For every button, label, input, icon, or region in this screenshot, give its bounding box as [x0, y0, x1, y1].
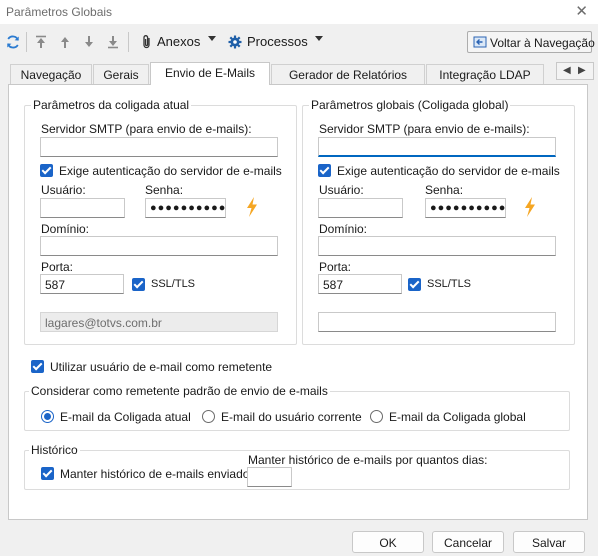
window-title: Parâmetros Globais — [6, 5, 113, 19]
voltar-navegacao-label: Voltar à Navegação — [490, 36, 595, 50]
usuario-label: Usuário: — [41, 183, 86, 197]
senha-label: Senha: — [425, 183, 464, 197]
email-remetente-input[interactable]: lagares@totvs.com.br — [40, 312, 278, 332]
utilizar-remetente-checkbox[interactable] — [31, 360, 44, 373]
historico-legend: Histórico — [29, 443, 80, 457]
toolbar-separator — [128, 32, 129, 52]
paperclip-icon[interactable] — [139, 34, 155, 50]
smtp-label: Servidor SMTP (para envio de e-mails): — [41, 122, 252, 136]
previous-record-icon[interactable] — [57, 34, 73, 50]
smtp-label: Servidor SMTP (para envio de e-mails): — [319, 122, 530, 136]
usuario-input[interactable] — [318, 198, 403, 218]
radio-usuario-corrente[interactable] — [202, 410, 215, 423]
senha-input[interactable]: ●●●●●●●●●●● — [145, 198, 226, 218]
utilizar-remetente-label: Utilizar usuário de e-mail como remetent… — [50, 360, 273, 374]
radio-usuario-corrente-label: E-mail do usuário corrente — [221, 410, 362, 424]
last-record-icon[interactable] — [105, 34, 121, 50]
toolbar: Anexos Processos Voltar à Navegação — [0, 27, 598, 57]
tab-gerador-relatorios[interactable]: Gerador de Relatórios — [271, 64, 425, 84]
email-remetente-input[interactable] — [318, 312, 556, 332]
tab-gerais[interactable]: Gerais — [93, 64, 149, 84]
title-bar: Parâmetros Globais ✕ — [0, 0, 598, 24]
radio-coligada-global[interactable] — [370, 410, 383, 423]
dias-historico-input[interactable] — [247, 467, 292, 487]
tab-navegacao[interactable]: Navegação — [10, 64, 92, 84]
tab-label: Gerador de Relatórios — [288, 68, 408, 82]
coligada-atual-legend: Parâmetros da coligada atual — [31, 98, 192, 112]
gear-icon[interactable] — [227, 34, 243, 50]
ssl-label: SSL/TLS — [427, 278, 472, 290]
ssl-label: SSL/TLS — [151, 278, 196, 290]
processos-menu[interactable]: Processos — [247, 34, 308, 49]
back-arrow-icon — [473, 36, 487, 48]
radio-coligada-atual-label: E-mail da Coligada atual — [60, 410, 191, 424]
dominio-label: Domínio: — [41, 222, 90, 236]
tab-label: Gerais — [103, 68, 139, 82]
auth-label: Exige autenticação do servidor de e-mail… — [59, 164, 282, 178]
historico-group: Histórico Manter histórico de e-mails en… — [24, 443, 570, 490]
toolbar-separator — [26, 32, 27, 52]
senha-label: Senha: — [145, 183, 184, 197]
auth-checkbox[interactable] — [40, 164, 53, 177]
chevron-down-icon[interactable] — [208, 36, 216, 41]
tab-label: Integração LDAP — [439, 68, 531, 82]
remetente-padrao-legend: Considerar como remetente padrão de envi… — [29, 384, 330, 398]
radio-coligada-atual[interactable] — [41, 410, 54, 423]
chevron-down-icon[interactable] — [315, 36, 323, 41]
salvar-button[interactable]: Salvar — [513, 531, 585, 553]
porta-label: Porta: — [41, 260, 74, 274]
tab-label: Navegação — [20, 68, 82, 82]
lightning-icon[interactable] — [522, 196, 538, 218]
lightning-icon[interactable] — [244, 196, 260, 218]
dias-historico-label: Manter histórico de e-mails por quantos … — [248, 453, 488, 467]
remetente-padrao-group: Considerar como remetente padrão de envi… — [24, 384, 570, 431]
ssl-checkbox[interactable] — [408, 278, 421, 291]
coligada-atual-group: Parâmetros da coligada atual Servidor SM… — [24, 98, 297, 345]
ok-button[interactable]: OK — [352, 531, 424, 553]
manter-historico-checkbox[interactable] — [41, 467, 54, 480]
tab-scroll[interactable]: ◀ ▶ — [556, 62, 594, 80]
close-icon[interactable]: ✕ — [575, 2, 588, 20]
porta-input[interactable]: 587 — [318, 274, 402, 294]
coligada-global-group: Parâmetros globais (Coligada global) Ser… — [302, 98, 575, 345]
coligada-global-legend: Parâmetros globais (Coligada global) — [309, 98, 511, 112]
manter-historico-label: Manter histórico de e-mails enviados — [60, 467, 256, 481]
smtp-input[interactable] — [40, 137, 278, 157]
first-record-icon[interactable] — [33, 34, 49, 50]
scroll-right-icon[interactable]: ▶ — [578, 65, 586, 76]
cancelar-button[interactable]: Cancelar — [432, 531, 504, 553]
auth-checkbox[interactable] — [318, 164, 331, 177]
dominio-input[interactable] — [40, 236, 278, 256]
scroll-left-icon[interactable]: ◀ — [563, 65, 571, 76]
dominio-input[interactable] — [318, 236, 556, 256]
tab-label: Envio de E-Mails — [164, 66, 256, 80]
ssl-checkbox[interactable] — [132, 278, 145, 291]
porta-input[interactable]: 587 — [40, 274, 124, 294]
refresh-icon[interactable] — [5, 34, 21, 50]
smtp-input[interactable] — [318, 137, 556, 157]
tab-integracao-ldap[interactable]: Integração LDAP — [426, 64, 544, 84]
anexos-menu[interactable]: Anexos — [157, 34, 200, 49]
radio-coligada-global-label: E-mail da Coligada global — [389, 410, 526, 424]
usuario-input[interactable] — [40, 198, 125, 218]
auth-label: Exige autenticação do servidor de e-mail… — [337, 164, 560, 178]
next-record-icon[interactable] — [81, 34, 97, 50]
porta-label: Porta: — [319, 260, 352, 274]
tab-envio-emails[interactable]: Envio de E-Mails — [150, 62, 270, 85]
usuario-label: Usuário: — [319, 183, 364, 197]
senha-input[interactable]: ●●●●●●●●●●● — [425, 198, 506, 218]
voltar-navegacao-button[interactable]: Voltar à Navegação — [467, 31, 595, 53]
envio-emails-panel: Parâmetros da coligada atual Servidor SM… — [8, 84, 588, 520]
dominio-label: Domínio: — [319, 222, 368, 236]
